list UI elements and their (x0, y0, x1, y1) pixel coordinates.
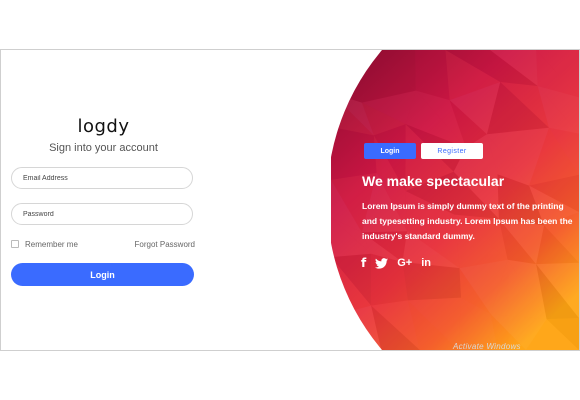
email-field[interactable] (11, 167, 193, 189)
remember-label: Remember me (25, 240, 78, 249)
logo: logdy (77, 116, 130, 137)
login-button[interactable]: Login (11, 263, 194, 286)
tab-login[interactable]: Login (364, 143, 416, 159)
forgot-password-link[interactable]: Forgot Password (135, 240, 195, 249)
social-links: f G+ in (361, 256, 431, 270)
tab-register[interactable]: Register (421, 143, 483, 159)
signin-subtitle: Sign into your account (49, 142, 158, 154)
twitter-icon[interactable] (375, 257, 389, 269)
google-plus-icon[interactable]: G+ (397, 256, 412, 270)
panel-headline: We make spectacular (362, 173, 505, 189)
remember-row: Remember me Forgot Password (11, 239, 195, 251)
panel-body-text: Lorem Ipsum is simply dummy text of the … (362, 201, 573, 241)
linkedin-icon[interactable]: in (421, 256, 431, 270)
twitter-bird-icon (375, 257, 389, 269)
remember-checkbox[interactable] (11, 240, 19, 248)
facet-shape (331, 50, 362, 103)
password-field[interactable] (11, 203, 193, 225)
facebook-icon[interactable]: f (361, 256, 366, 270)
windows-watermark: Activate Windows (453, 342, 521, 351)
